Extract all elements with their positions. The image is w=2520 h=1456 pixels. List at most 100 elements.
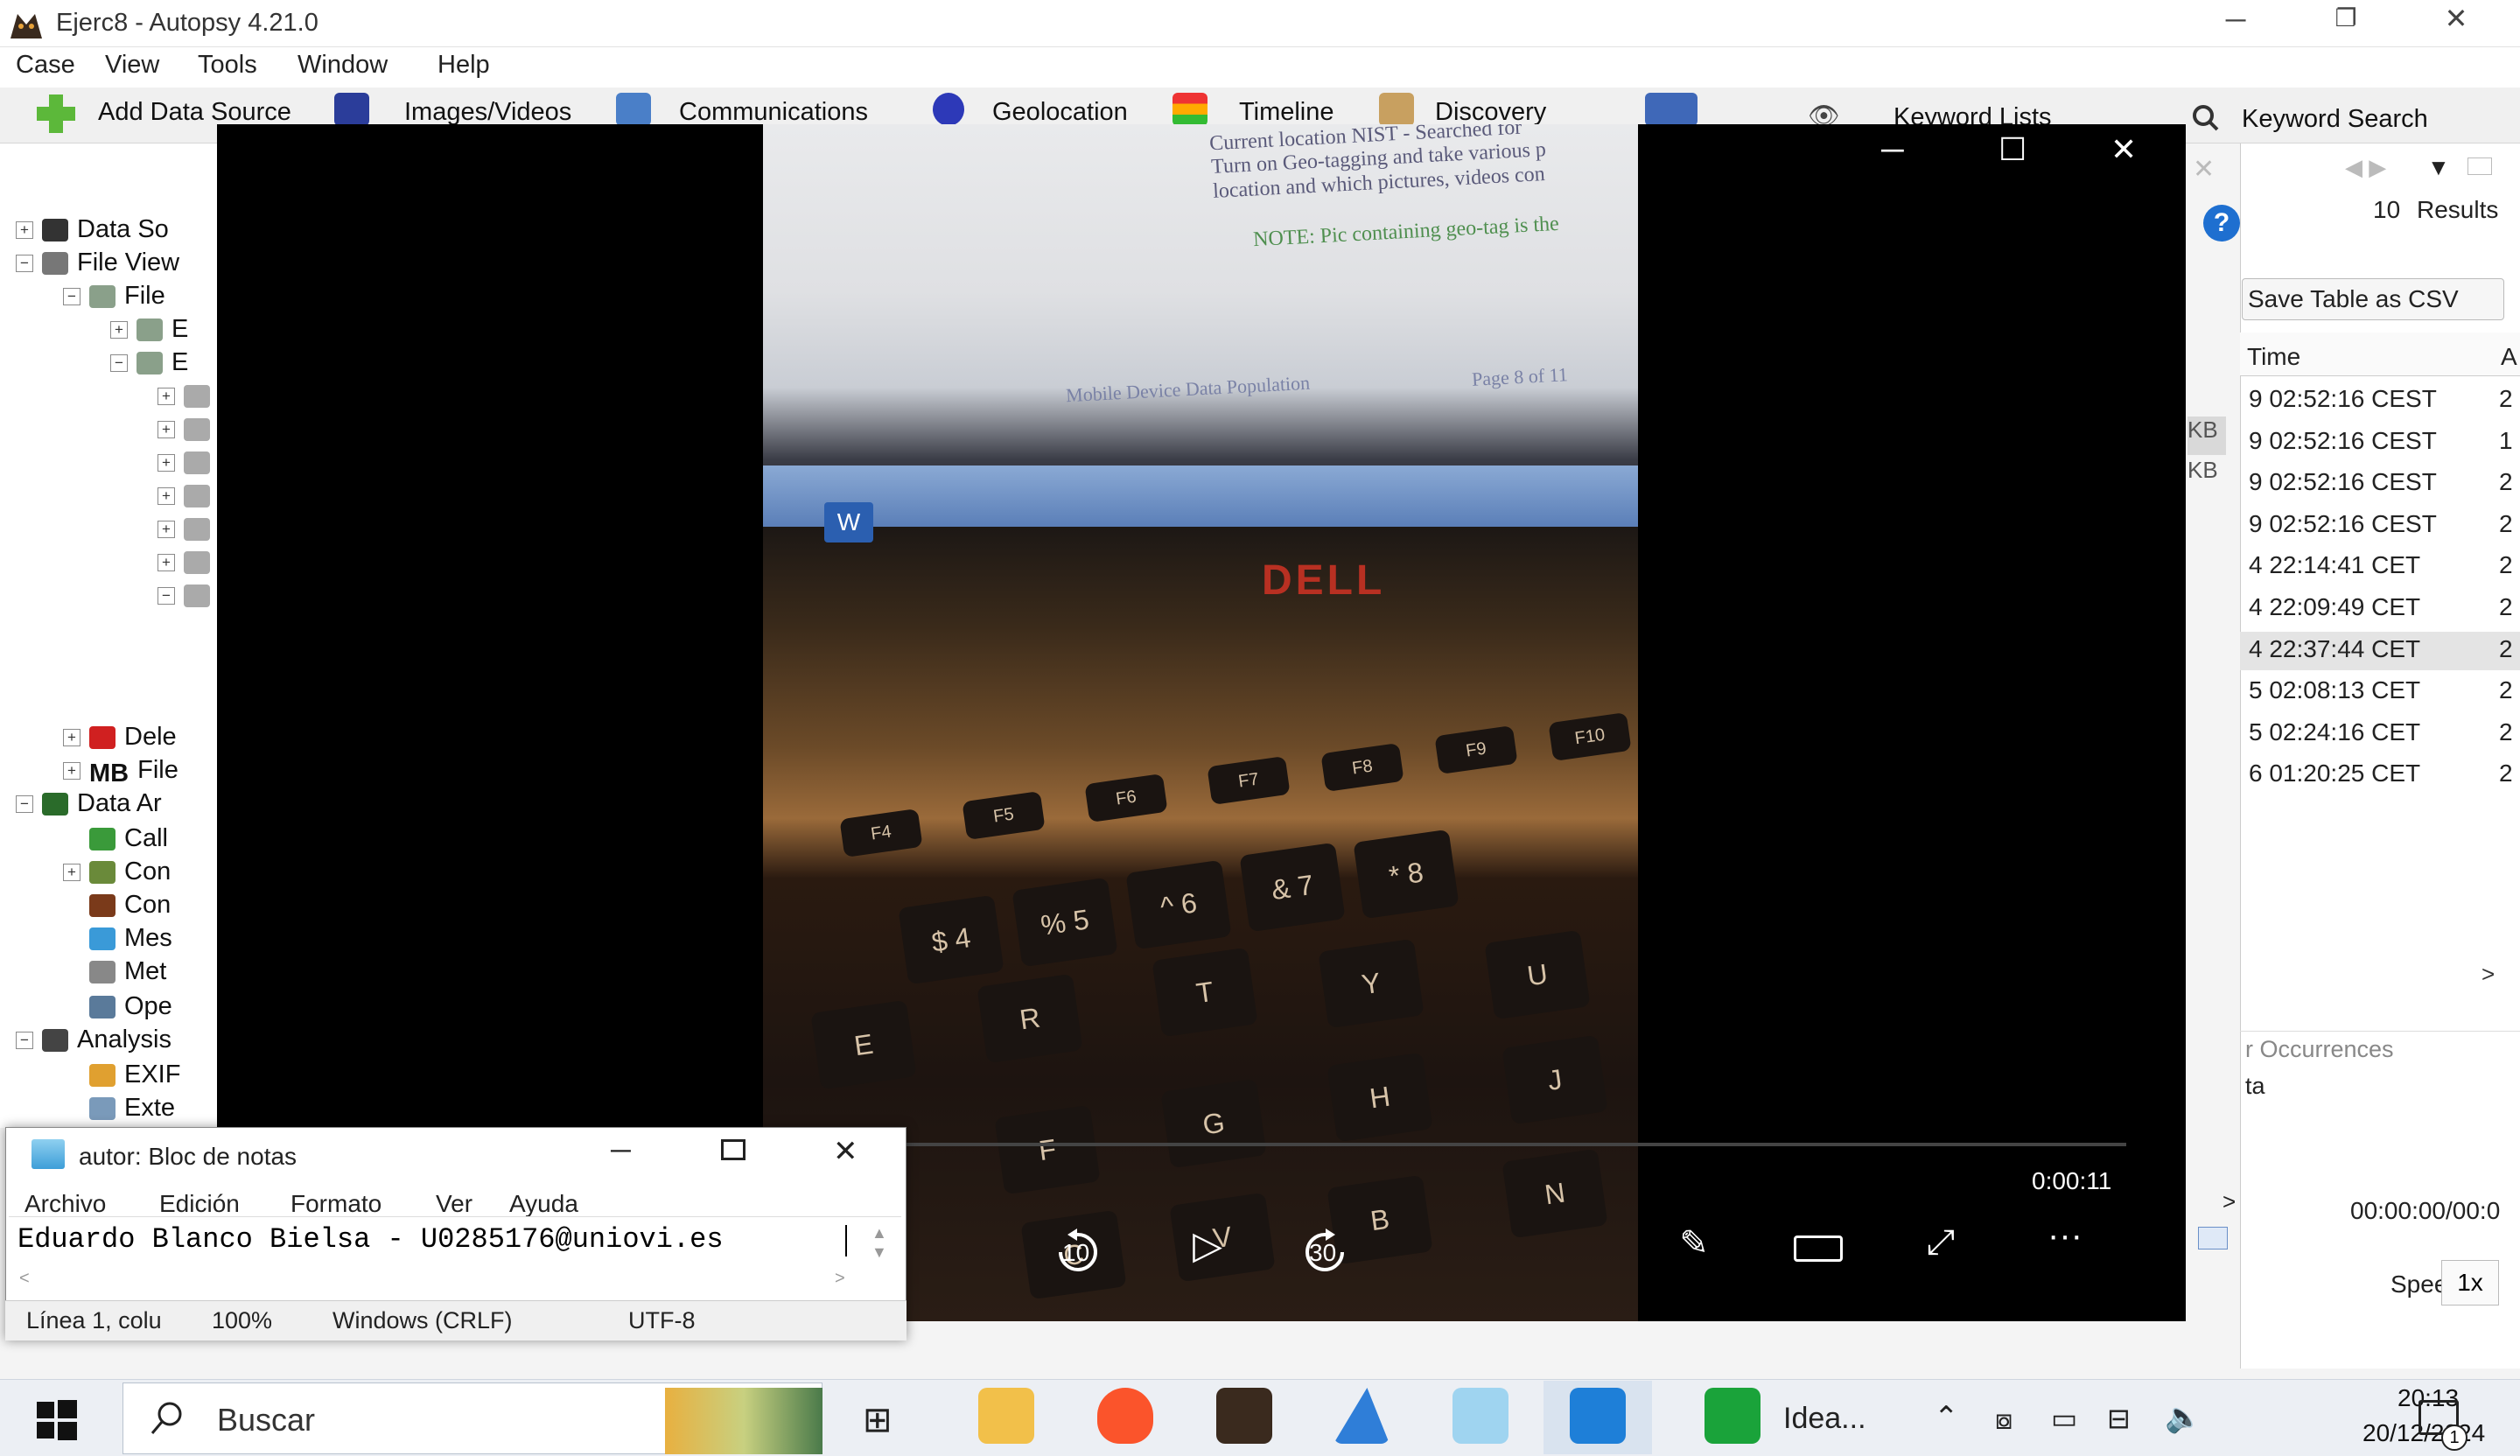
- expand-icon[interactable]: +: [158, 454, 175, 472]
- tree-node[interactable]: +: [158, 382, 219, 415]
- expand-icon[interactable]: +: [158, 388, 175, 406]
- menu-tools[interactable]: Tools: [198, 51, 257, 80]
- tree-node[interactable]: − Analysis: [16, 1026, 172, 1059]
- notepad-close-icon[interactable]: ✕: [833, 1134, 858, 1169]
- menu-help[interactable]: Help: [438, 51, 490, 80]
- close-icon[interactable]: ✕: [2434, 2, 2478, 35]
- hscroll-right-icon[interactable]: >: [835, 1269, 845, 1289]
- collapse-icon[interactable]: −: [16, 255, 33, 273]
- a-column-header[interactable]: A: [2501, 343, 2517, 371]
- expand-icon[interactable]: +: [158, 521, 175, 539]
- table-row[interactable]: 5 02:08:13 CET: [2249, 676, 2420, 704]
- expand-icon[interactable]: +: [16, 221, 33, 240]
- notepad-menu-archivo[interactable]: Archivo: [24, 1190, 106, 1218]
- tree-node[interactable]: − Data Ar: [16, 789, 162, 822]
- table-row[interactable]: 6 01:20:25 CET: [2249, 760, 2420, 788]
- brave-browser-icon[interactable]: [1097, 1388, 1153, 1444]
- tree-node[interactable]: + MB File: [63, 756, 178, 789]
- expand-icon[interactable]: +: [63, 762, 80, 780]
- player-maximize-icon[interactable]: ☐: [1998, 131, 2026, 168]
- table-row[interactable]: 5 02:24:16 CET: [2249, 718, 2420, 746]
- table-row[interactable]: 9 02:52:16 CEST: [2249, 385, 2437, 413]
- collapse-icon[interactable]: −: [16, 1032, 33, 1050]
- notepad-maximize-icon[interactable]: [721, 1139, 746, 1160]
- tree-node[interactable]: Exte: [63, 1094, 175, 1127]
- expand-icon[interactable]: +: [110, 321, 128, 340]
- menu-view[interactable]: View: [105, 51, 159, 80]
- edit-pencil-icon[interactable]: ✎: [1668, 1223, 1720, 1264]
- tree-node[interactable]: +: [158, 548, 219, 581]
- add-data-source-button[interactable]: Add Data Source: [98, 98, 291, 127]
- panel-close-icon[interactable]: ✕: [2193, 154, 2215, 185]
- table-row[interactable]: 9 02:52:16 CEST: [2249, 427, 2437, 455]
- table-row[interactable]: 4 22:37:44 CET: [2249, 635, 2420, 663]
- hscroll-left-icon[interactable]: <: [19, 1269, 30, 1289]
- notepad-minimize-icon[interactable]: ─: [611, 1134, 631, 1166]
- media-player-taskbar-icon[interactable]: [1570, 1388, 1626, 1444]
- tree-node[interactable]: +: [158, 481, 219, 514]
- minimize-icon[interactable]: ─: [2214, 4, 2258, 36]
- battery-icon[interactable]: ▭: [2051, 1402, 2077, 1435]
- notepad-menu-ayuda[interactable]: Ayuda: [509, 1190, 578, 1218]
- geolocation-button[interactable]: Geolocation: [992, 98, 1128, 127]
- communications-button[interactable]: Communications: [679, 98, 868, 127]
- player-minimize-icon[interactable]: ─: [1881, 131, 1904, 168]
- tree-node[interactable]: −: [158, 581, 219, 614]
- more-options-icon[interactable]: ···: [2039, 1216, 2091, 1256]
- collapse-icon[interactable]: −: [158, 587, 175, 606]
- timeline-button[interactable]: Timeline: [1239, 98, 1334, 127]
- menu-window[interactable]: Window: [298, 51, 388, 80]
- notepad-text[interactable]: Eduardo Blanco Bielsa - U0285176@uniovi.…: [18, 1223, 724, 1256]
- notepad-menu-edicion[interactable]: Edición: [159, 1190, 240, 1218]
- tree-node[interactable]: + E: [110, 315, 188, 348]
- discovery-button[interactable]: Discovery: [1435, 98, 1546, 127]
- screenshot-icon[interactable]: [2198, 1227, 2228, 1250]
- speed-select[interactable]: 1x: [2441, 1260, 2499, 1306]
- idea-app-icon[interactable]: [1704, 1388, 1760, 1444]
- restore-icon[interactable]: ❐: [2324, 4, 2368, 32]
- tree-node[interactable]: + Con: [63, 858, 171, 891]
- occurrences-tab[interactable]: r Occurrences: [2245, 1036, 2394, 1063]
- system-tray-chevron-icon[interactable]: ⌃: [1934, 1400, 1959, 1435]
- notepad-scroll-icon[interactable]: ▲ ▼: [872, 1223, 887, 1262]
- tree-node[interactable]: − E: [110, 348, 188, 382]
- tree-node[interactable]: Mes: [63, 924, 172, 957]
- scroll-right-icon[interactable]: >: [2482, 961, 2495, 988]
- network-icon[interactable]: ⊟: [2107, 1402, 2131, 1435]
- table-row[interactable]: 9 02:52:16 CEST: [2249, 468, 2437, 496]
- tree-node[interactable]: Ope: [63, 992, 172, 1026]
- tree-node[interactable]: + Dele: [63, 723, 177, 756]
- autopsy-taskbar-icon[interactable]: [1216, 1388, 1272, 1444]
- tree-node[interactable]: Call: [63, 824, 168, 858]
- tree-node[interactable]: +: [158, 415, 219, 448]
- help-icon[interactable]: ?: [2203, 205, 2240, 242]
- tree-node[interactable]: EXIF: [63, 1060, 180, 1094]
- windows-start-icon[interactable]: [37, 1400, 77, 1440]
- table-row[interactable]: 4 22:14:41 CET: [2249, 551, 2420, 579]
- fullscreen-icon[interactable]: ⤢: [1914, 1223, 1967, 1263]
- play-icon[interactable]: ▷: [1181, 1223, 1234, 1268]
- nav-prev-icon[interactable]: ◀ ▶: [2345, 154, 2386, 181]
- tree-node[interactable]: − File View: [16, 248, 179, 282]
- data-tab[interactable]: ta: [2245, 1073, 2265, 1100]
- meet-icon[interactable]: ⧇: [1995, 1404, 2012, 1437]
- save-csv-button[interactable]: Save Table as CSV: [2242, 278, 2504, 320]
- tree-node[interactable]: − File: [63, 282, 165, 315]
- mini-view-icon[interactable]: [1794, 1236, 1843, 1262]
- file-explorer-icon[interactable]: [978, 1388, 1034, 1444]
- expand-icon[interactable]: +: [63, 729, 80, 747]
- tree-node[interactable]: + Data So: [16, 215, 169, 248]
- expand-icon[interactable]: +: [158, 421, 175, 439]
- collapse-icon[interactable]: −: [63, 288, 80, 306]
- keyword-search-button[interactable]: Keyword Search: [2242, 105, 2428, 134]
- expand-icon[interactable]: +: [63, 864, 80, 882]
- collapse-icon[interactable]: −: [16, 795, 33, 814]
- images-videos-button[interactable]: Images/Videos: [404, 98, 571, 127]
- collapse-icon[interactable]: −: [110, 354, 128, 373]
- notepad-taskbar-icon[interactable]: [1452, 1388, 1508, 1444]
- nav-dropdown-icon[interactable]: ▼: [2427, 154, 2450, 181]
- tree-node[interactable]: Met: [63, 957, 166, 990]
- notepad-menu-ver[interactable]: Ver: [436, 1190, 472, 1218]
- table-row[interactable]: 4 22:09:49 CET: [2249, 593, 2420, 621]
- panel-maximize-icon[interactable]: [2468, 158, 2492, 175]
